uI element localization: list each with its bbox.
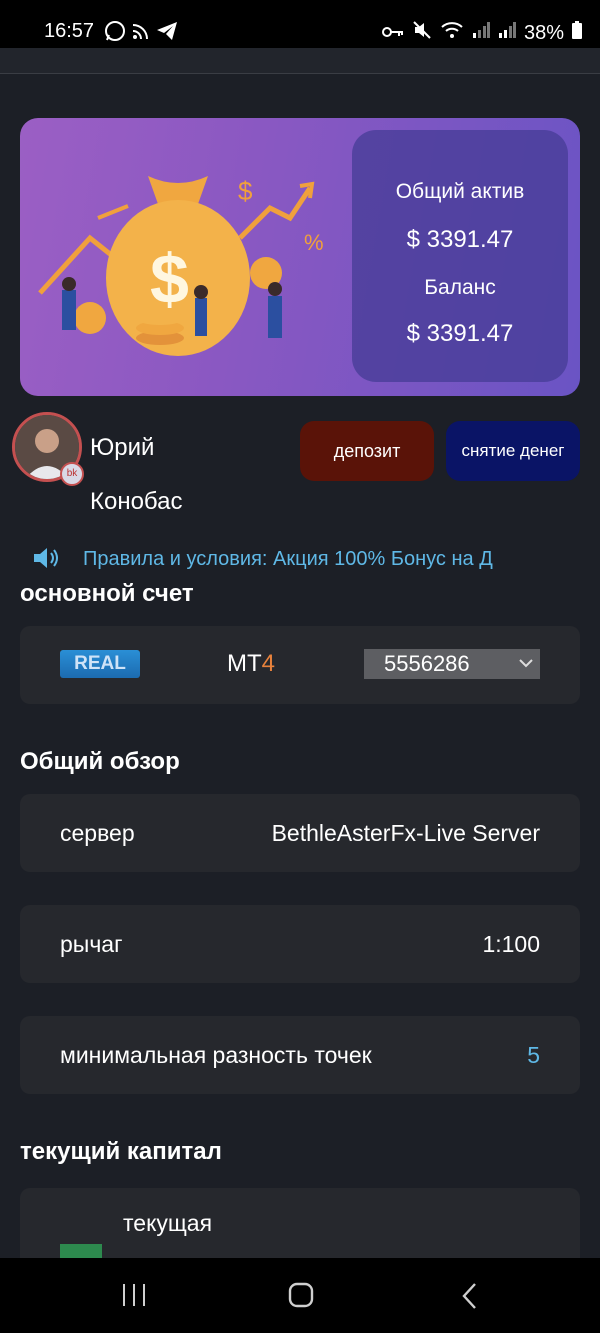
balance-label: Баланс bbox=[424, 276, 496, 299]
account-type-badge: REAL bbox=[60, 650, 140, 678]
capital-card: текущая bbox=[20, 1188, 580, 1258]
account-number: 5556286 bbox=[384, 651, 470, 676]
battery-text: 38% bbox=[523, 21, 564, 44]
back-button[interactable] bbox=[460, 1282, 480, 1315]
platform-label: MT4 bbox=[227, 650, 275, 678]
server-label: сервер bbox=[60, 820, 135, 846]
total-assets-label: Общий актив bbox=[395, 180, 525, 203]
svg-text:$: $ bbox=[150, 240, 189, 318]
min-spread-label: минимальная разность точек bbox=[60, 1042, 372, 1068]
telegram-icon bbox=[156, 21, 178, 47]
current-capital-title: текущий капитал bbox=[20, 1138, 222, 1165]
main-account-title: основной счет bbox=[20, 580, 194, 607]
server-value: BethleAsterFx-Live Server bbox=[271, 820, 540, 846]
status-time: 16:57 bbox=[44, 20, 95, 42]
assets-summary-panel: Общий актив $ 3391.47 Баланс $ 3391.47 bbox=[352, 130, 568, 382]
mute-icon bbox=[412, 20, 432, 46]
total-assets-value: $ 3391.47 bbox=[406, 226, 514, 253]
overview-row: минимальная разность точек 5 bbox=[20, 1016, 580, 1094]
min-spread-value: 5 bbox=[527, 1042, 540, 1068]
user-first-name: Юрий bbox=[90, 434, 155, 461]
chart-icon bbox=[60, 1244, 102, 1258]
signal-icon bbox=[472, 21, 490, 45]
cast-icon bbox=[132, 22, 150, 46]
main-account-card: REAL MT4 5556286 bbox=[20, 626, 580, 704]
key-icon bbox=[381, 22, 404, 45]
account-select[interactable]: 5556286 bbox=[364, 649, 540, 679]
whatsapp-icon bbox=[104, 20, 126, 48]
leverage-label: рычаг bbox=[60, 931, 123, 957]
battery-icon bbox=[572, 21, 582, 45]
platform-prefix: MT bbox=[227, 650, 262, 677]
money-bag-illustration: $ % $ bbox=[38, 176, 324, 356]
notice-text: Правила и условия: Акция 100% Бонус на Д bbox=[83, 548, 493, 570]
speaker-icon bbox=[32, 544, 62, 574]
system-nav-bar bbox=[0, 1258, 600, 1333]
notice-ticker[interactable]: Правила и условия: Акция 100% Бонус на Д bbox=[32, 544, 600, 574]
signal-icon bbox=[498, 21, 516, 45]
home-button[interactable] bbox=[288, 1282, 314, 1313]
recents-button[interactable] bbox=[120, 1282, 148, 1313]
svg-text:$: $ bbox=[238, 176, 253, 206]
wifi-icon bbox=[440, 20, 464, 46]
overview-title: Общий обзор bbox=[20, 748, 180, 775]
user-last-name: Конобас bbox=[90, 488, 183, 515]
deposit-button[interactable]: депозит bbox=[300, 421, 434, 481]
withdraw-button[interactable]: снятие денег bbox=[446, 421, 580, 481]
app-top-bar bbox=[0, 48, 600, 74]
capital-item-label: текущая bbox=[123, 1210, 213, 1236]
verified-badge-icon: bk bbox=[60, 462, 84, 486]
platform-suffix: 4 bbox=[261, 650, 276, 677]
svg-text:%: % bbox=[304, 230, 324, 255]
status-bar: 16:57 38% bbox=[0, 0, 600, 48]
overview-row: сервер BethleAsterFx-Live Server bbox=[20, 794, 580, 872]
leverage-value: 1:100 bbox=[482, 931, 540, 957]
chevron-down-icon bbox=[518, 651, 534, 681]
balance-value: $ 3391.47 bbox=[406, 320, 514, 347]
overview-row: рычаг 1:100 bbox=[20, 905, 580, 983]
